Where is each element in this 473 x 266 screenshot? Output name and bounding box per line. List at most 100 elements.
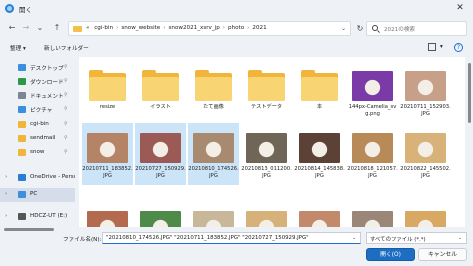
image-file-item[interactable] <box>135 201 186 227</box>
filename-label: ファイル名(N): <box>63 237 102 243</box>
up-button[interactable]: ↑ <box>50 21 64 35</box>
image-thumbnail <box>138 127 183 165</box>
sidebar-item[interactable]: デスクトップ ⚲ <box>0 61 75 75</box>
image-file-item[interactable] <box>82 201 133 227</box>
breadcrumb-item[interactable]: cgi-bin <box>94 25 113 31</box>
image-thumbnail <box>85 205 130 227</box>
sidebar-item[interactable]: › OneDrive - Perso <box>0 171 75 185</box>
image-file-item[interactable] <box>188 201 239 227</box>
image-file-item[interactable]: 20210711_183852.JPG <box>82 123 133 185</box>
window-title: 開く <box>19 6 32 14</box>
file-list: resize イラスト たて画像 テストデータ 本 144px-Camelia_svg.p… <box>79 57 465 227</box>
folder-item[interactable]: イラスト <box>135 61 186 123</box>
back-button[interactable]: ← <box>5 21 19 35</box>
document-icon <box>18 92 26 99</box>
help-icon[interactable]: ? <box>454 43 463 52</box>
scrollbar-thumb[interactable] <box>4 228 54 231</box>
sidebar-item-label: cgi-bin <box>30 121 49 127</box>
breadcrumb-item[interactable]: snow_website <box>121 25 160 31</box>
sidebar-item[interactable]: › PC <box>0 188 75 202</box>
file-name-label: 20210822_145502.JPG <box>400 166 451 179</box>
image-file-item[interactable] <box>400 201 451 227</box>
pin-icon: ⚲ <box>64 135 68 141</box>
image-file-item[interactable]: 20210822_145502.JPG <box>400 123 451 185</box>
image-file-item[interactable]: 20210810_174526.JPG <box>188 123 239 185</box>
sidebar-item[interactable]: ピクチャ ⚲ <box>0 103 75 117</box>
image-file-item[interactable]: 20210813_011200.JPG <box>241 123 292 185</box>
file-type-select[interactable]: すべてのファイル (*.*) <box>366 232 467 244</box>
chevron-right-icon[interactable]: › <box>5 174 7 180</box>
breadcrumb-item[interactable]: snow2021_xsrv_jp <box>169 25 220 31</box>
breadcrumb-item[interactable]: 2021 <box>252 25 266 31</box>
sidebar-item[interactable]: sendmail ⚲ <box>0 132 75 146</box>
recent-dropdown-button[interactable]: ⌄ <box>33 21 47 35</box>
sidebar-item-label: ダウンロード <box>30 80 64 86</box>
folder-item[interactable]: resize <box>82 61 133 123</box>
image-file-item[interactable]: 20210727_150929.JPG <box>135 123 186 185</box>
image-file-item[interactable]: 20210814_145838.JPG <box>294 123 345 185</box>
cancel-button[interactable]: キャンセル <box>418 248 467 261</box>
view-dropdown-button[interactable]: ▾ <box>440 44 443 50</box>
pin-icon: ⚲ <box>64 92 68 98</box>
image-file-item[interactable]: 144px-Camelia_svg.png <box>347 61 398 123</box>
pin-icon: ⚲ <box>64 64 68 70</box>
filename-input[interactable]: "20210810_174526.JPG" "20210711_183852.J… <box>102 232 361 244</box>
image-thumbnail <box>403 65 448 103</box>
sidebar-horizontal-scrollbar[interactable] <box>0 227 79 232</box>
pin-icon: ⚲ <box>64 78 68 84</box>
folder-item[interactable]: テストデータ <box>241 61 292 123</box>
address-bar[interactable]: « cgi-bin › snow_website › snow2021_xsrv_jp ›… <box>68 21 351 36</box>
file-name-label: 20210711_183852.JPG <box>82 166 133 179</box>
breadcrumb-separator: › <box>116 25 119 31</box>
sidebar-item[interactable]: › HDCZ-UT (E:) <box>0 210 75 224</box>
new-folder-button[interactable]: 新しいフォルダー <box>44 44 89 52</box>
sidebar-item-label: PC <box>30 191 38 197</box>
folder-item[interactable]: たて画像 <box>188 61 239 123</box>
file-name-label: 144px-Camelia_svg.png <box>348 104 397 117</box>
image-thumbnail <box>191 127 236 165</box>
cloud-icon <box>18 174 26 181</box>
pc-icon <box>18 191 26 198</box>
chevron-right-icon[interactable]: › <box>5 191 7 197</box>
view-icon[interactable] <box>428 43 436 51</box>
image-thumbnail <box>191 205 236 227</box>
vertical-scrollbar[interactable] <box>466 57 473 227</box>
organize-button[interactable]: 整理 ▾ <box>10 44 26 52</box>
image-thumbnail <box>297 127 342 165</box>
image-file-item[interactable]: 20210818_121057.JPG <box>347 123 398 185</box>
pin-icon: ⚲ <box>64 106 68 112</box>
sidebar-item[interactable]: cgi-bin ⚲ <box>0 118 75 132</box>
breadcrumb: « cgi-bin › snow_website › snow2021_xsrv_jp ›… <box>86 25 267 31</box>
navigation-bar: ← → ⌄ ↑ « cgi-bin › snow_website › snow2021_… <box>0 17 473 39</box>
forward-button[interactable]: → <box>19 21 33 35</box>
sidebar-item[interactable]: ドキュメント ⚲ <box>0 89 75 103</box>
sidebar-item-label: sendmail <box>30 135 56 141</box>
image-file-item[interactable] <box>241 201 292 227</box>
pin-icon: ⚲ <box>64 149 68 155</box>
browser-icon <box>5 4 14 13</box>
search-input[interactable]: 2021の検索 <box>366 21 467 36</box>
chevron-down-icon[interactable]: ⌄ <box>352 235 356 241</box>
sidebar-item[interactable]: ダウンロード ⚲ <box>0 75 75 89</box>
refresh-button[interactable]: ↻ <box>353 21 367 36</box>
image-file-item[interactable]: 20210711_152903.JPG <box>400 61 451 123</box>
toolbar: 整理 ▾ 新しいフォルダー ▾ ? <box>0 40 473 56</box>
file-name-label: 20210810_174526.JPG <box>188 166 239 179</box>
folder-item[interactable]: 本 <box>294 61 345 123</box>
navigation-pane: デスクトップ ⚲ ダウンロード ⚲ ドキュメント ⚲ ピクチャ ⚲ cgi-bin ⚲ sendma… <box>0 57 75 227</box>
chevron-down-icon[interactable]: ⌄ <box>458 235 462 241</box>
image-file-item[interactable] <box>294 201 345 227</box>
close-button[interactable]: ✕ <box>447 0 473 17</box>
chevron-down-icon[interactable]: ⌄ <box>341 25 346 32</box>
search-icon <box>372 25 378 31</box>
image-thumbnail <box>350 205 395 227</box>
chevron-right-icon[interactable]: › <box>5 213 7 219</box>
breadcrumb-overflow[interactable]: « <box>86 25 89 31</box>
file-name-label: たて画像 <box>203 104 224 110</box>
image-file-item[interactable] <box>347 201 398 227</box>
breadcrumb-separator: › <box>222 25 225 31</box>
open-button[interactable]: 開く(O) <box>366 248 415 261</box>
breadcrumb-item[interactable]: photo <box>228 25 244 31</box>
scrollbar-thumb[interactable] <box>468 63 471 123</box>
sidebar-item[interactable]: snow ⚲ <box>0 146 75 160</box>
